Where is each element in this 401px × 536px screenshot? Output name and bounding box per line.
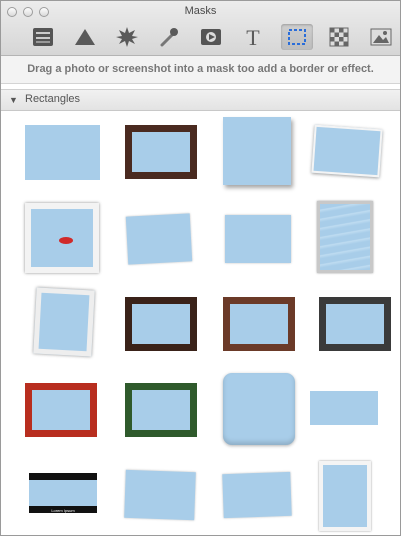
mask-item[interactable] [13, 369, 113, 455]
mask-thumbnail [319, 461, 371, 531]
mask-item[interactable] [307, 197, 400, 283]
mask-thumbnail [222, 471, 292, 519]
mask-item[interactable] [307, 455, 400, 535]
window-title: Masks [184, 5, 217, 17]
section-header-rectangles[interactable]: ▼ Rectangles [1, 89, 400, 111]
svg-text:T: T [246, 27, 260, 47]
video-icon [201, 29, 221, 45]
mask-thumbnail [124, 469, 196, 521]
image-icon [370, 28, 392, 46]
mask-thumbnail [311, 124, 383, 178]
mask-item[interactable] [13, 111, 113, 197]
mask-item[interactable] [13, 197, 113, 283]
image-tool-button[interactable] [365, 24, 397, 50]
layers-tool-button[interactable] [27, 24, 59, 50]
mask-thumbnail [319, 297, 391, 351]
mask-thumbnail [25, 383, 97, 437]
mask-thumbnail [125, 383, 197, 437]
masks-grid: Lorem Ipsum [1, 111, 400, 535]
mask-thumbnail [25, 203, 99, 273]
brush-tool-button[interactable] [153, 24, 185, 50]
mask-item[interactable] [113, 197, 213, 283]
title-bar: Masks T [1, 1, 400, 56]
mask-thumbnail [125, 297, 197, 351]
mask-item[interactable] [213, 455, 313, 535]
text-tool-button[interactable]: T [237, 24, 269, 50]
mask-thumbnail [125, 213, 193, 265]
disclosure-triangle-icon[interactable]: ▼ [9, 95, 18, 105]
masks-tool-button[interactable] [281, 24, 313, 50]
mask-thumbnail [223, 373, 295, 445]
mask-item[interactable] [13, 283, 113, 369]
pattern-tool-button[interactable] [323, 24, 355, 50]
layers-icon [33, 28, 53, 46]
text-icon: T [246, 27, 260, 47]
mask-item[interactable] [307, 111, 400, 197]
toolbar: T [1, 21, 400, 53]
mask-item[interactable] [307, 369, 400, 455]
mask-thumbnail [310, 391, 378, 425]
mask-item[interactable] [307, 283, 400, 369]
mask-item[interactable] [213, 111, 313, 197]
mask-item[interactable] [113, 111, 213, 197]
mask-thumbnail [225, 215, 291, 263]
mask-item[interactable] [113, 455, 213, 535]
mask-thumbnail [25, 125, 100, 180]
mask-item[interactable] [213, 369, 313, 455]
mask-item[interactable]: Lorem Ipsum [13, 455, 113, 535]
mask-thumbnail [125, 125, 197, 179]
mask-thumbnail [33, 287, 95, 357]
mask-thumbnail [317, 201, 373, 273]
shapes-tool-button[interactable] [69, 24, 101, 50]
lips-decoration [59, 237, 73, 244]
mask-thumbnail [223, 117, 291, 185]
video-tool-button[interactable] [195, 24, 227, 50]
mask-item[interactable] [113, 283, 213, 369]
triangle-icon [75, 29, 95, 45]
starburst-icon [116, 27, 138, 47]
section-label: Rectangles [25, 93, 81, 105]
mask-thumbnail [223, 297, 295, 351]
mask-caption: Lorem Ipsum [51, 508, 75, 513]
mask-thumbnail: Lorem Ipsum [29, 473, 97, 513]
instructions-bar: Drag a photo or screenshot into a mask t… [1, 56, 400, 84]
selection-rect-icon [288, 29, 306, 45]
mask-item[interactable] [213, 197, 313, 283]
mask-item[interactable] [113, 369, 213, 455]
mask-item[interactable] [213, 283, 313, 369]
checkerboard-icon [329, 27, 349, 47]
brush-icon [160, 28, 178, 47]
stamp-tool-button[interactable] [111, 24, 143, 50]
masks-window: Masks T Drag a photo or screenshot into … [0, 0, 401, 536]
